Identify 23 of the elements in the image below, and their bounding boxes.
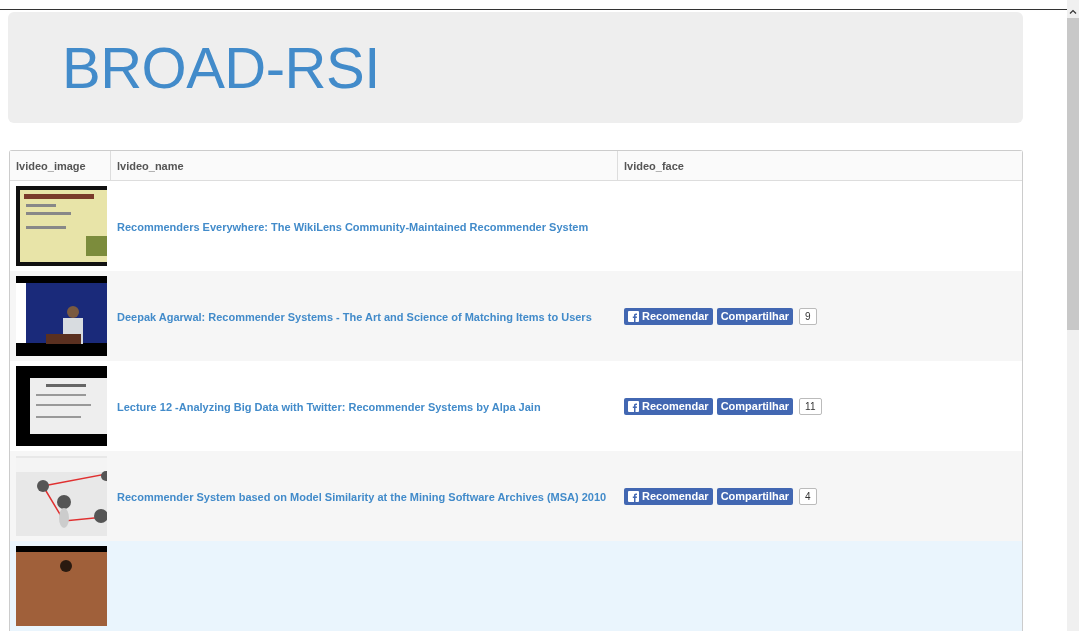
site-title: BROAD-RSI <box>62 34 380 101</box>
share-count: 11 <box>799 397 822 415</box>
scrollbar[interactable] <box>1067 0 1079 631</box>
share-button[interactable]: Compartilhar <box>716 487 794 505</box>
video-link[interactable]: Recommender System based on Model Similarity at the Mining Software Archives (MSA) 2010 <box>111 491 607 503</box>
video-link[interactable]: Recommenders Everywhere: The WikiLens Community-Maintained Recommender System <box>111 221 589 233</box>
recommend-button[interactable]: Recomendar <box>624 487 713 505</box>
share-button[interactable]: Compartilhar <box>716 397 794 415</box>
share-button[interactable]: Compartilhar <box>716 307 794 325</box>
recommend-button[interactable]: Recomendar <box>624 307 713 325</box>
facebook-icon <box>628 310 639 322</box>
scrollbar-thumb[interactable] <box>1067 18 1079 330</box>
share-count: 9 <box>799 307 817 325</box>
scroll-up-icon[interactable] <box>1069 9 1077 14</box>
column-header: lvideo_name <box>111 151 618 180</box>
recommend-button[interactable]: Recomendar <box>624 397 713 415</box>
video-link[interactable]: Deepak Agarwal: Recommender Systems - The Art and Science of Matching Items to Users <box>111 311 592 323</box>
facebook-icon <box>628 400 639 412</box>
column-header: lvideo_image <box>10 151 111 180</box>
facebook-icon <box>628 490 639 502</box>
column-header: lvideo_face <box>623 158 685 174</box>
share-count: 4 <box>799 487 817 505</box>
video-link[interactable]: Lecture 12 -Analyzing Big Data with Twitter: Recommender Systems by Alpa Jain <box>111 401 541 413</box>
